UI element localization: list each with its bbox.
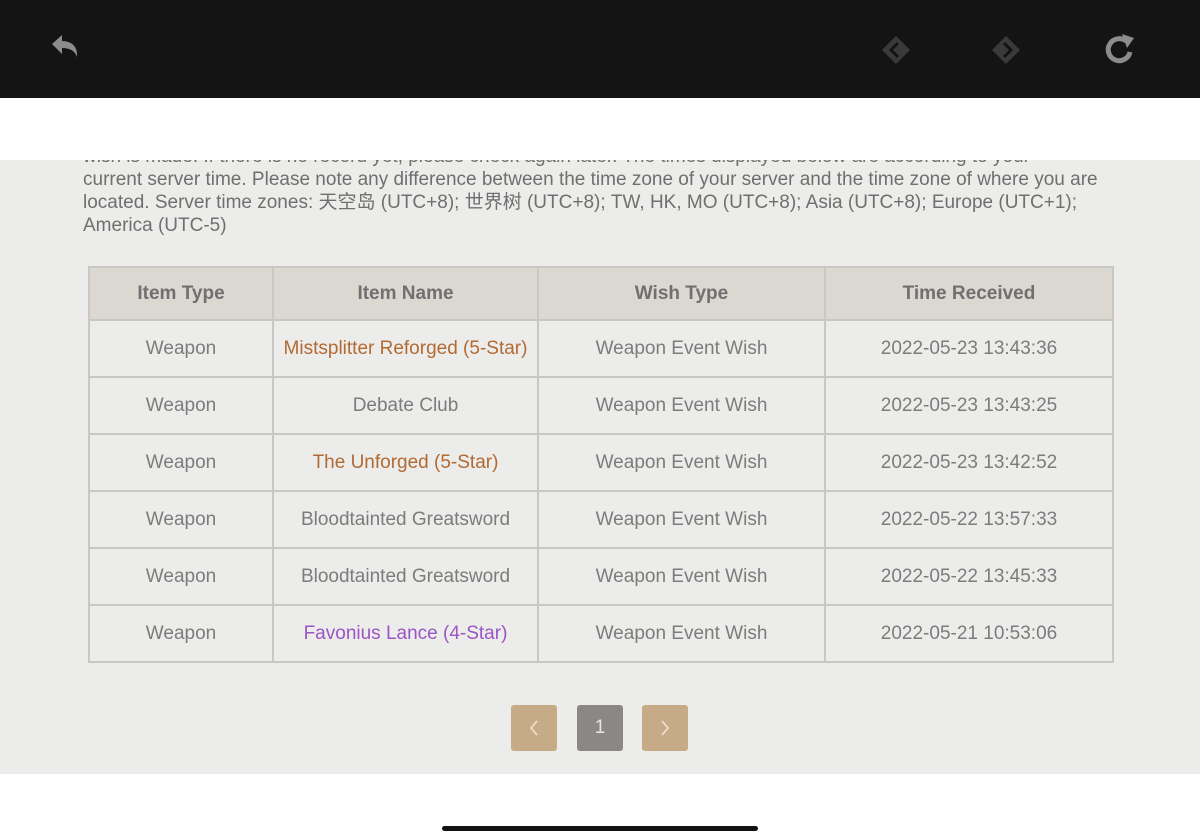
diamond-left-icon <box>882 36 910 64</box>
table-header-row: Item Type Item Name Wish Type Time Recei… <box>88 266 1114 321</box>
cell-wish-type: Weapon Event Wish <box>537 604 826 663</box>
cell-wish-type: Weapon Event Wish <box>537 547 826 606</box>
cell-item-name: Bloodtainted Greatsword <box>272 490 539 549</box>
table-row: Weapon Bloodtainted Greatsword Weapon Ev… <box>88 490 1114 549</box>
cell-item-type: Weapon <box>88 604 274 663</box>
cell-time-received: 2022-05-23 13:43:36 <box>824 319 1114 378</box>
cell-time-received: 2022-05-22 13:57:33 <box>824 490 1114 549</box>
cell-time-received: 2022-05-23 13:43:25 <box>824 376 1114 435</box>
cell-item-type: Weapon <box>88 319 274 378</box>
header-spacer <box>0 98 1200 160</box>
header-item-type: Item Type <box>88 266 274 321</box>
cell-item-name: Mistsplitter Reforged (5-Star) <box>272 319 539 378</box>
chevron-right-icon <box>661 720 670 736</box>
cell-item-type: Weapon <box>88 490 274 549</box>
pagination-prev-button[interactable] <box>511 705 557 751</box>
table-row: Weapon Favonius Lance (4-Star) Weapon Ev… <box>88 604 1114 663</box>
reload-icon <box>1105 34 1134 64</box>
chevron-left-icon <box>529 720 538 736</box>
diamond-right-icon <box>992 36 1020 64</box>
pagination: 1 <box>0 705 1200 751</box>
header-item-name: Item Name <box>272 266 539 321</box>
wish-history-panel: wish is made. If there is no record yet,… <box>0 98 1200 774</box>
notice-body: current server time. Please note any dif… <box>83 169 1098 236</box>
cell-wish-type: Weapon Event Wish <box>537 433 826 492</box>
cell-wish-type: Weapon Event Wish <box>537 490 826 549</box>
cell-item-type: Weapon <box>88 376 274 435</box>
next-page-button[interactable] <box>986 30 1026 70</box>
cell-time-received: 2022-05-22 13:45:33 <box>824 547 1114 606</box>
table-row: Weapon The Unforged (5-Star) Weapon Even… <box>88 433 1114 492</box>
cell-time-received: 2022-05-21 10:53:06 <box>824 604 1114 663</box>
cell-item-name: Debate Club <box>272 376 539 435</box>
table-row: Weapon Mistsplitter Reforged (5-Star) We… <box>88 319 1114 378</box>
back-button[interactable] <box>42 30 82 70</box>
cell-wish-type: Weapon Event Wish <box>537 376 826 435</box>
browser-toolbar <box>0 0 1200 98</box>
cell-item-type: Weapon <box>88 433 274 492</box>
cell-time-received: 2022-05-23 13:42:52 <box>824 433 1114 492</box>
cell-item-name: Favonius Lance (4-Star) <box>272 604 539 663</box>
pagination-next-button[interactable] <box>642 705 688 751</box>
header-time-received: Time Received <box>824 266 1114 321</box>
undo-arrow-icon <box>52 35 78 57</box>
home-indicator[interactable] <box>442 826 758 831</box>
table-row: Weapon Debate Club Weapon Event Wish 202… <box>88 376 1114 435</box>
wish-history-table: Item Type Item Name Wish Type Time Recei… <box>88 266 1114 663</box>
pagination-current-page[interactable]: 1 <box>577 705 623 751</box>
table-row: Weapon Bloodtainted Greatsword Weapon Ev… <box>88 547 1114 606</box>
cell-item-name: The Unforged (5-Star) <box>272 433 539 492</box>
cell-wish-type: Weapon Event Wish <box>537 319 826 378</box>
header-wish-type: Wish Type <box>537 266 826 321</box>
previous-page-button[interactable] <box>876 30 916 70</box>
cell-item-name: Bloodtainted Greatsword <box>272 547 539 606</box>
reload-button[interactable] <box>1100 30 1140 70</box>
cell-item-type: Weapon <box>88 547 274 606</box>
